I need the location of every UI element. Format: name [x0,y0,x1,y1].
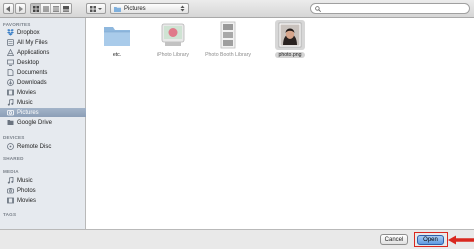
cancel-button[interactable]: Cancel [380,234,408,245]
sidebar-item-label: Downloads [17,79,47,86]
arrange-icon [90,5,102,12]
sidebar-item-label: Dropbox [17,29,40,36]
sidebar-item-documents[interactable]: Documents [0,68,86,77]
sidebar-item-label: All My Files [17,39,48,46]
icon-view-button[interactable] [31,4,41,13]
film-icon [6,197,14,205]
desktop-icon [6,59,14,67]
arrange-button[interactable] [86,3,106,14]
coverflow-view-icon [63,5,69,12]
sidebar-item-music[interactable]: Music [0,98,86,107]
movies-icon [6,89,14,97]
icon-view-icon [32,5,39,12]
favorites-section-title: FAVORITES [3,22,31,27]
sidebar-item-remote-disc[interactable]: Remote Disc [0,142,86,151]
media-section-title: MEDIA [3,169,19,174]
iphoto-library-icon [158,20,188,50]
sidebar-item-all-my-files[interactable]: All My Files [0,38,86,47]
file-name: photo.png [275,52,305,58]
disc-icon [6,143,14,151]
file-item-photo-booth-library[interactable]: Photo Booth Library [198,20,258,58]
sidebar-item-movies[interactable]: Movies [0,88,86,97]
sidebar-item-label: Music [17,177,33,184]
file-name: Photo Booth Library [205,52,251,58]
photo-thumbnail [275,20,305,50]
pictures-icon [6,109,14,117]
shared-section-title: SHARED [3,156,24,161]
list-view-icon [42,6,49,11]
google-drive-icon [6,119,14,127]
all-files-icon [6,39,14,47]
back-button[interactable] [3,3,14,14]
sidebar-item-applications[interactable]: Applications [0,48,86,57]
coverflow-view-button[interactable] [61,4,71,13]
documents-icon [6,69,14,77]
pointer-arrow-icon [448,235,474,245]
sidebar-item-label: Movies [17,197,37,204]
downloads-icon [6,79,14,87]
photo-booth-library-icon [213,20,243,50]
sidebar-item-google-drive[interactable]: Google Drive [0,118,86,127]
sidebar-item-label: Music [17,99,33,106]
highlight-box: Open [414,232,448,247]
file-item-etc[interactable]: etc. [87,20,147,58]
sidebar-item-media-photos[interactable]: Photos [0,186,86,195]
column-view-icon [52,5,59,12]
forward-arrow-icon [19,5,23,12]
bottom-bar: Cancel Open [0,229,474,249]
sidebar-item-label: Pictures [17,109,39,116]
sidebar-item-label: Google Drive [17,119,53,126]
sidebar-item-label: Remote Disc [17,143,52,150]
applications-icon [6,49,14,57]
sidebar-item-media-movies[interactable]: Movies [0,196,86,205]
sidebar-item-dropbox[interactable]: Dropbox [0,28,86,37]
toolbar: Pictures [0,0,474,18]
forward-button[interactable] [15,3,26,14]
sidebar-item-media-music[interactable]: Music [0,176,86,185]
sidebar-item-label: Movies [17,89,37,96]
sidebar-item-label: Documents [17,69,48,76]
sidebar-item-downloads[interactable]: Downloads [0,78,86,87]
view-mode-switch [30,3,72,14]
list-view-button[interactable] [41,4,51,13]
open-button[interactable]: Open [417,234,444,245]
search-field[interactable] [310,3,470,14]
search-icon [315,5,321,12]
music-icon [6,99,14,107]
file-browser-content: etc. iPhoto Library Photo Booth Library [87,18,474,229]
sidebar-item-desktop[interactable]: Desktop [0,58,86,67]
path-label: Pictures [124,5,146,12]
sidebar-item-label: Desktop [17,59,40,66]
sidebar-item-label: Photos [17,187,36,194]
file-item-photo-png[interactable]: photo.png [260,20,320,58]
tags-section-title: TAGS [3,212,17,217]
pictures-folder-icon [114,6,121,12]
sidebar-item-pictures[interactable]: Pictures [0,108,86,117]
music-icon [6,177,14,185]
back-arrow-icon [6,5,10,12]
dropbox-icon [6,29,14,37]
path-dropdown[interactable]: Pictures [110,3,189,14]
column-view-button[interactable] [51,4,61,13]
updown-chevron-icon [180,5,185,12]
file-name: etc. [112,52,122,58]
file-name: iPhoto Library [156,52,189,58]
sidebar-item-label: Applications [17,49,50,56]
devices-section-title: DEVICES [3,135,25,140]
folder-icon [102,20,132,50]
file-item-iphoto-library[interactable]: iPhoto Library [143,20,203,58]
sidebar: FAVORITES Dropbox All My Files Applicati… [0,18,86,229]
camera-icon [6,187,14,195]
